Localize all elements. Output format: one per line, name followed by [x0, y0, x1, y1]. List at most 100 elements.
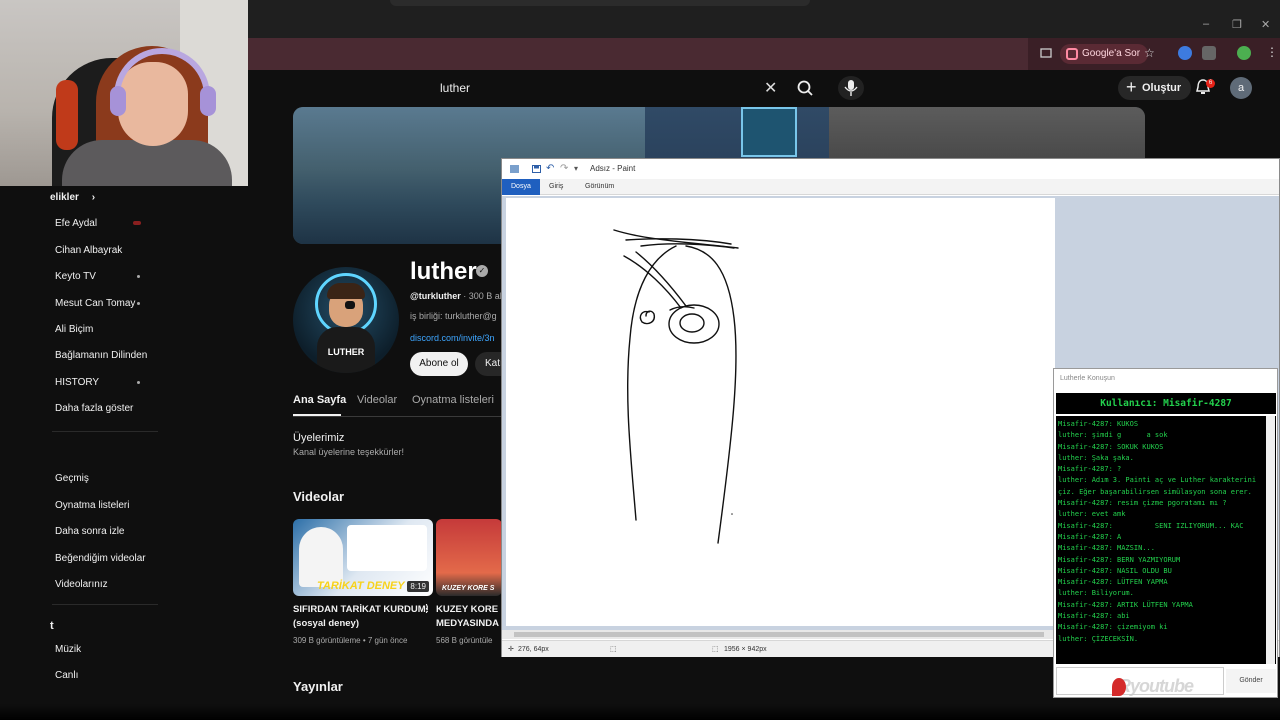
tab-videos[interactable]: Videolar: [357, 394, 397, 406]
sidebar-item-history-watch[interactable]: Geçmiş: [55, 473, 89, 484]
chat-window: Lutherle Konuşun Kullanıcı: Misafir-4287…: [1053, 368, 1278, 698]
sidebar-item-label: Müzik: [55, 644, 82, 655]
video-more-icon[interactable]: ⋮: [421, 602, 432, 615]
tab-playlists[interactable]: Oynatma listeleri: [412, 394, 494, 406]
sidebar-item-playlists[interactable]: Oynatma listeleri: [55, 500, 129, 511]
microphone-icon[interactable]: [838, 76, 864, 100]
sidebar-item-music[interactable]: Müzik: [55, 644, 81, 655]
chat-message: Misafir-4287: ARTIK LÜTFEN YAPMA: [1058, 600, 1193, 609]
notification-badge: 6: [1206, 79, 1215, 88]
channel-name: luther: [410, 258, 477, 285]
video-title[interactable]: SIFIRDAN TARİKAT KURDUM! (sosyal deney): [293, 603, 429, 631]
redo-icon[interactable]: ↷: [560, 159, 569, 174]
sidebar-item-label: HISTORY: [55, 377, 100, 388]
banner-character-art: [741, 107, 797, 157]
sidebar-item-label: Oynatma listeleri: [55, 500, 130, 511]
paint-horizontal-scrollbar[interactable]: [502, 630, 1055, 639]
subscribe-button[interactable]: Abone ol: [410, 352, 468, 376]
sidebar-item-mesut-can-tomay[interactable]: Mesut Can Tomay: [55, 298, 140, 309]
headset-earcup-right: [200, 86, 216, 116]
webcam-chair-accent: [56, 80, 78, 150]
extensions-puzzle-icon[interactable]: [1202, 46, 1216, 60]
sidebar-item-liked-videos[interactable]: Beğendiğim videolar: [55, 553, 146, 564]
google-sor-button[interactable]: Google'a Sor: [1060, 44, 1149, 64]
sidebar-item-label: Geçmiş: [55, 473, 89, 484]
sidebar-item-keyto-tv[interactable]: Keyto TV: [55, 271, 140, 282]
create-button[interactable]: Oluştur: [1118, 75, 1192, 100]
handle-meta: · 300 B ab: [460, 291, 505, 301]
chat-message: Misafir-4287: çizemiyom ki: [1058, 623, 1168, 632]
handle-text: @turkluther: [410, 291, 461, 301]
luther-drawing: [613, 229, 739, 544]
thumbnail-caption: KUZEY KORE S: [442, 585, 495, 592]
channel-avatar[interactable]: LUTHER: [293, 267, 399, 373]
address-bar[interactable]: [248, 38, 1028, 70]
video-title[interactable]: KUZEY KORE SO MEDYASINDA B: [436, 603, 502, 631]
chat-message: luther: evet amk: [1058, 510, 1126, 519]
clear-search-icon[interactable]: ✕: [764, 78, 777, 98]
restore-icon[interactable]: ❐: [1232, 18, 1242, 31]
undo-icon[interactable]: ↶: [546, 159, 555, 174]
tab-view[interactable]: Görünüm: [576, 179, 623, 195]
video-thumbnail[interactable]: KUZEY KORE S: [436, 519, 502, 596]
sidebar-show-more[interactable]: Daha fazla göster: [55, 403, 133, 414]
sidebar-item-label: Beğendiğim videolar: [55, 553, 146, 564]
customize-toolbar-icon[interactable]: ▾: [574, 159, 583, 173]
sidebar-item-your-videos[interactable]: Videolarınız: [55, 579, 108, 590]
search-input[interactable]: luther: [428, 76, 788, 100]
sidebar-item-live[interactable]: Canlı: [55, 670, 78, 681]
selection-size-icon: ⬚: [610, 646, 617, 653]
posts-section-title[interactable]: Yayınlar: [293, 679, 343, 694]
cursor-position: 276, 64px: [518, 646, 549, 653]
search-icon[interactable]: [793, 76, 819, 100]
tabs-divider: [293, 416, 503, 417]
google-sor-label: Google'a Sor: [1082, 48, 1141, 59]
sidebar-item-efe-aydal[interactable]: Efe Aydal: [55, 218, 141, 229]
sidebar-item-cihan-albayrak[interactable]: Cihan Albayrak: [55, 245, 122, 256]
video-title-line: KUZEY KORE SO: [436, 604, 502, 615]
tab-file[interactable]: Dosya: [502, 179, 540, 195]
sidebar-item-ali-bicim[interactable]: Ali Biçim: [55, 324, 93, 335]
thumbnail-caption: TARİKAT DENEY: [317, 580, 405, 592]
video-thumbnail[interactable]: TARİKAT DENEY 8:19: [293, 519, 433, 596]
video-title-line: SIFIRDAN TARİKAT KURDUM!: [293, 604, 429, 615]
sidebar-section-label: elikler: [50, 192, 79, 203]
save-icon[interactable]: [532, 165, 541, 173]
sidebar-item-watch-later[interactable]: Daha sonra izle: [55, 526, 124, 537]
chat-message: luther: şimdi g a sok: [1058, 431, 1168, 440]
chat-message: Misafir-4287: resim çizme pgoratamı mı ?: [1058, 499, 1227, 508]
chat-message: Misafir-4287: MAZSIN...: [1058, 544, 1155, 553]
bookmark-star-icon[interactable]: ☆: [1144, 46, 1155, 60]
profile-icon[interactable]: [1237, 46, 1251, 60]
tab-home[interactable]: Ana Sayfa: [293, 394, 346, 406]
paint-canvas[interactable]: [506, 198, 1055, 626]
channel-description[interactable]: iş birliği: turkluther@g: [410, 311, 497, 321]
chat-scrollbar[interactable]: [1266, 416, 1275, 664]
videos-section-title[interactable]: Videolar: [293, 489, 344, 504]
account-avatar[interactable]: a: [1230, 77, 1252, 99]
sidebar-divider: [52, 604, 158, 605]
install-app-icon[interactable]: [1040, 47, 1052, 59]
sidebar: [50, 186, 162, 720]
minimize-icon[interactable]: –: [1203, 18, 1209, 30]
browser-tab-strip[interactable]: [390, 0, 810, 6]
sidebar-item-label: Canlı: [55, 670, 79, 681]
extension-icon[interactable]: [1178, 46, 1192, 60]
tab-home[interactable]: Giriş: [540, 179, 572, 195]
sidebar-item-history[interactable]: HISTORY: [55, 377, 140, 388]
cursor-position-icon: ✛: [508, 646, 514, 653]
sidebar-item-baglamanin-dilinden[interactable]: Bağlamanın Dilinden: [55, 350, 147, 361]
send-button[interactable]: Gönder: [1226, 669, 1276, 693]
channel-link[interactable]: discord.com/invite/3n: [410, 333, 495, 343]
drawing-left-eye: [639, 310, 656, 325]
webcam-person-body: [62, 140, 232, 186]
paint-ribbon: Dosya Giriş Görünüm: [502, 179, 1279, 195]
scrollbar-thumb[interactable]: [514, 632, 1044, 637]
drawing-dot: [731, 513, 733, 515]
sidebar-section-subscriptions[interactable]: elikler ›: [50, 192, 95, 203]
sidebar-item-label: Efe Aydal: [55, 218, 98, 229]
members-subtitle: Kanal üyelerine teşekkürler!: [293, 447, 405, 457]
browser-menu-icon[interactable]: ⋮: [1266, 45, 1278, 59]
close-window-icon[interactable]: ✕: [1261, 18, 1270, 31]
avatar-label: LUTHER: [327, 347, 365, 357]
